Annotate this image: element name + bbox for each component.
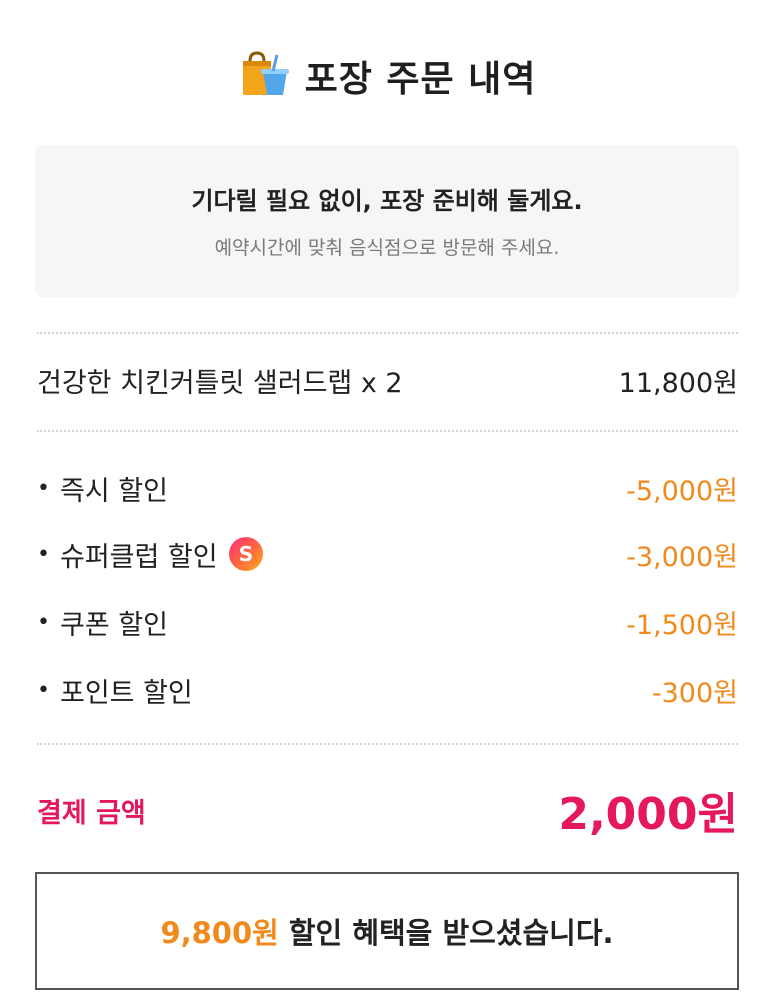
super-club-icon: S xyxy=(228,537,263,571)
takeout-bag-icon xyxy=(242,51,289,95)
bullet: • xyxy=(37,677,50,703)
discount-label: 포인트 할인 xyxy=(59,677,193,709)
discount-row-super-club: • 슈퍼클럽 할인 S -3,000원 xyxy=(37,534,738,574)
discount-value: -1,500원 xyxy=(626,609,738,641)
total-row: 결제 금액 2,000원 xyxy=(37,780,738,840)
discount-value: -5,000원 xyxy=(626,475,738,507)
discount-value: -300원 xyxy=(651,677,738,709)
bullet: • xyxy=(37,609,50,635)
divider xyxy=(37,743,738,745)
bullet: • xyxy=(37,541,50,567)
benefit-amount: 9,800원 xyxy=(160,916,279,950)
discount-row-coupon: • 쿠폰 할인 -1,500원 xyxy=(37,602,738,642)
order-item-row: 건강한 치킨커틀릿 샐러드랩 x 2 11,800원 xyxy=(37,360,738,400)
discount-row-instant: • 즉시 할인 -5,000원 xyxy=(37,468,738,508)
divider xyxy=(37,430,738,432)
discount-row-point: • 포인트 할인 -300원 xyxy=(37,670,738,710)
divider xyxy=(37,332,738,334)
benefit-text: 할인 혜택을 받으셨습니다. xyxy=(288,916,614,950)
discount-label: 쿠폰 할인 xyxy=(59,609,168,641)
discount-value: -3,000원 xyxy=(626,541,738,573)
header: 포장 주문 내역 xyxy=(0,44,773,108)
total-value: 2,000원 xyxy=(558,789,738,840)
notice-main-text: 기다릴 필요 없이, 포장 준비해 둘게요. xyxy=(191,187,583,215)
total-label: 결제 금액 xyxy=(37,797,146,829)
discount-label: 슈퍼클럽 할인 xyxy=(59,541,218,573)
discount-label: 즉시 할인 xyxy=(59,475,168,507)
page-title: 포장 주문 내역 xyxy=(304,59,537,100)
item-price: 11,800원 xyxy=(618,367,738,399)
benefit-summary-box: 9,800원 할인 혜택을 받으셨습니다. xyxy=(35,872,739,990)
item-name: 건강한 치킨커틀릿 샐러드랩 x 2 xyxy=(37,367,403,399)
bullet: • xyxy=(37,475,50,501)
notice-sub-text: 예약시간에 맞춰 음식점으로 방문해 주세요. xyxy=(214,237,560,259)
order-summary-page: 포장 주문 내역 기다릴 필요 없이, 포장 준비해 둘게요. 예약시간에 맞춰… xyxy=(0,0,773,1006)
svg-text:S: S xyxy=(238,542,252,566)
pickup-notice: 기다릴 필요 없이, 포장 준비해 둘게요. 예약시간에 맞춰 음식점으로 방문… xyxy=(35,145,739,297)
